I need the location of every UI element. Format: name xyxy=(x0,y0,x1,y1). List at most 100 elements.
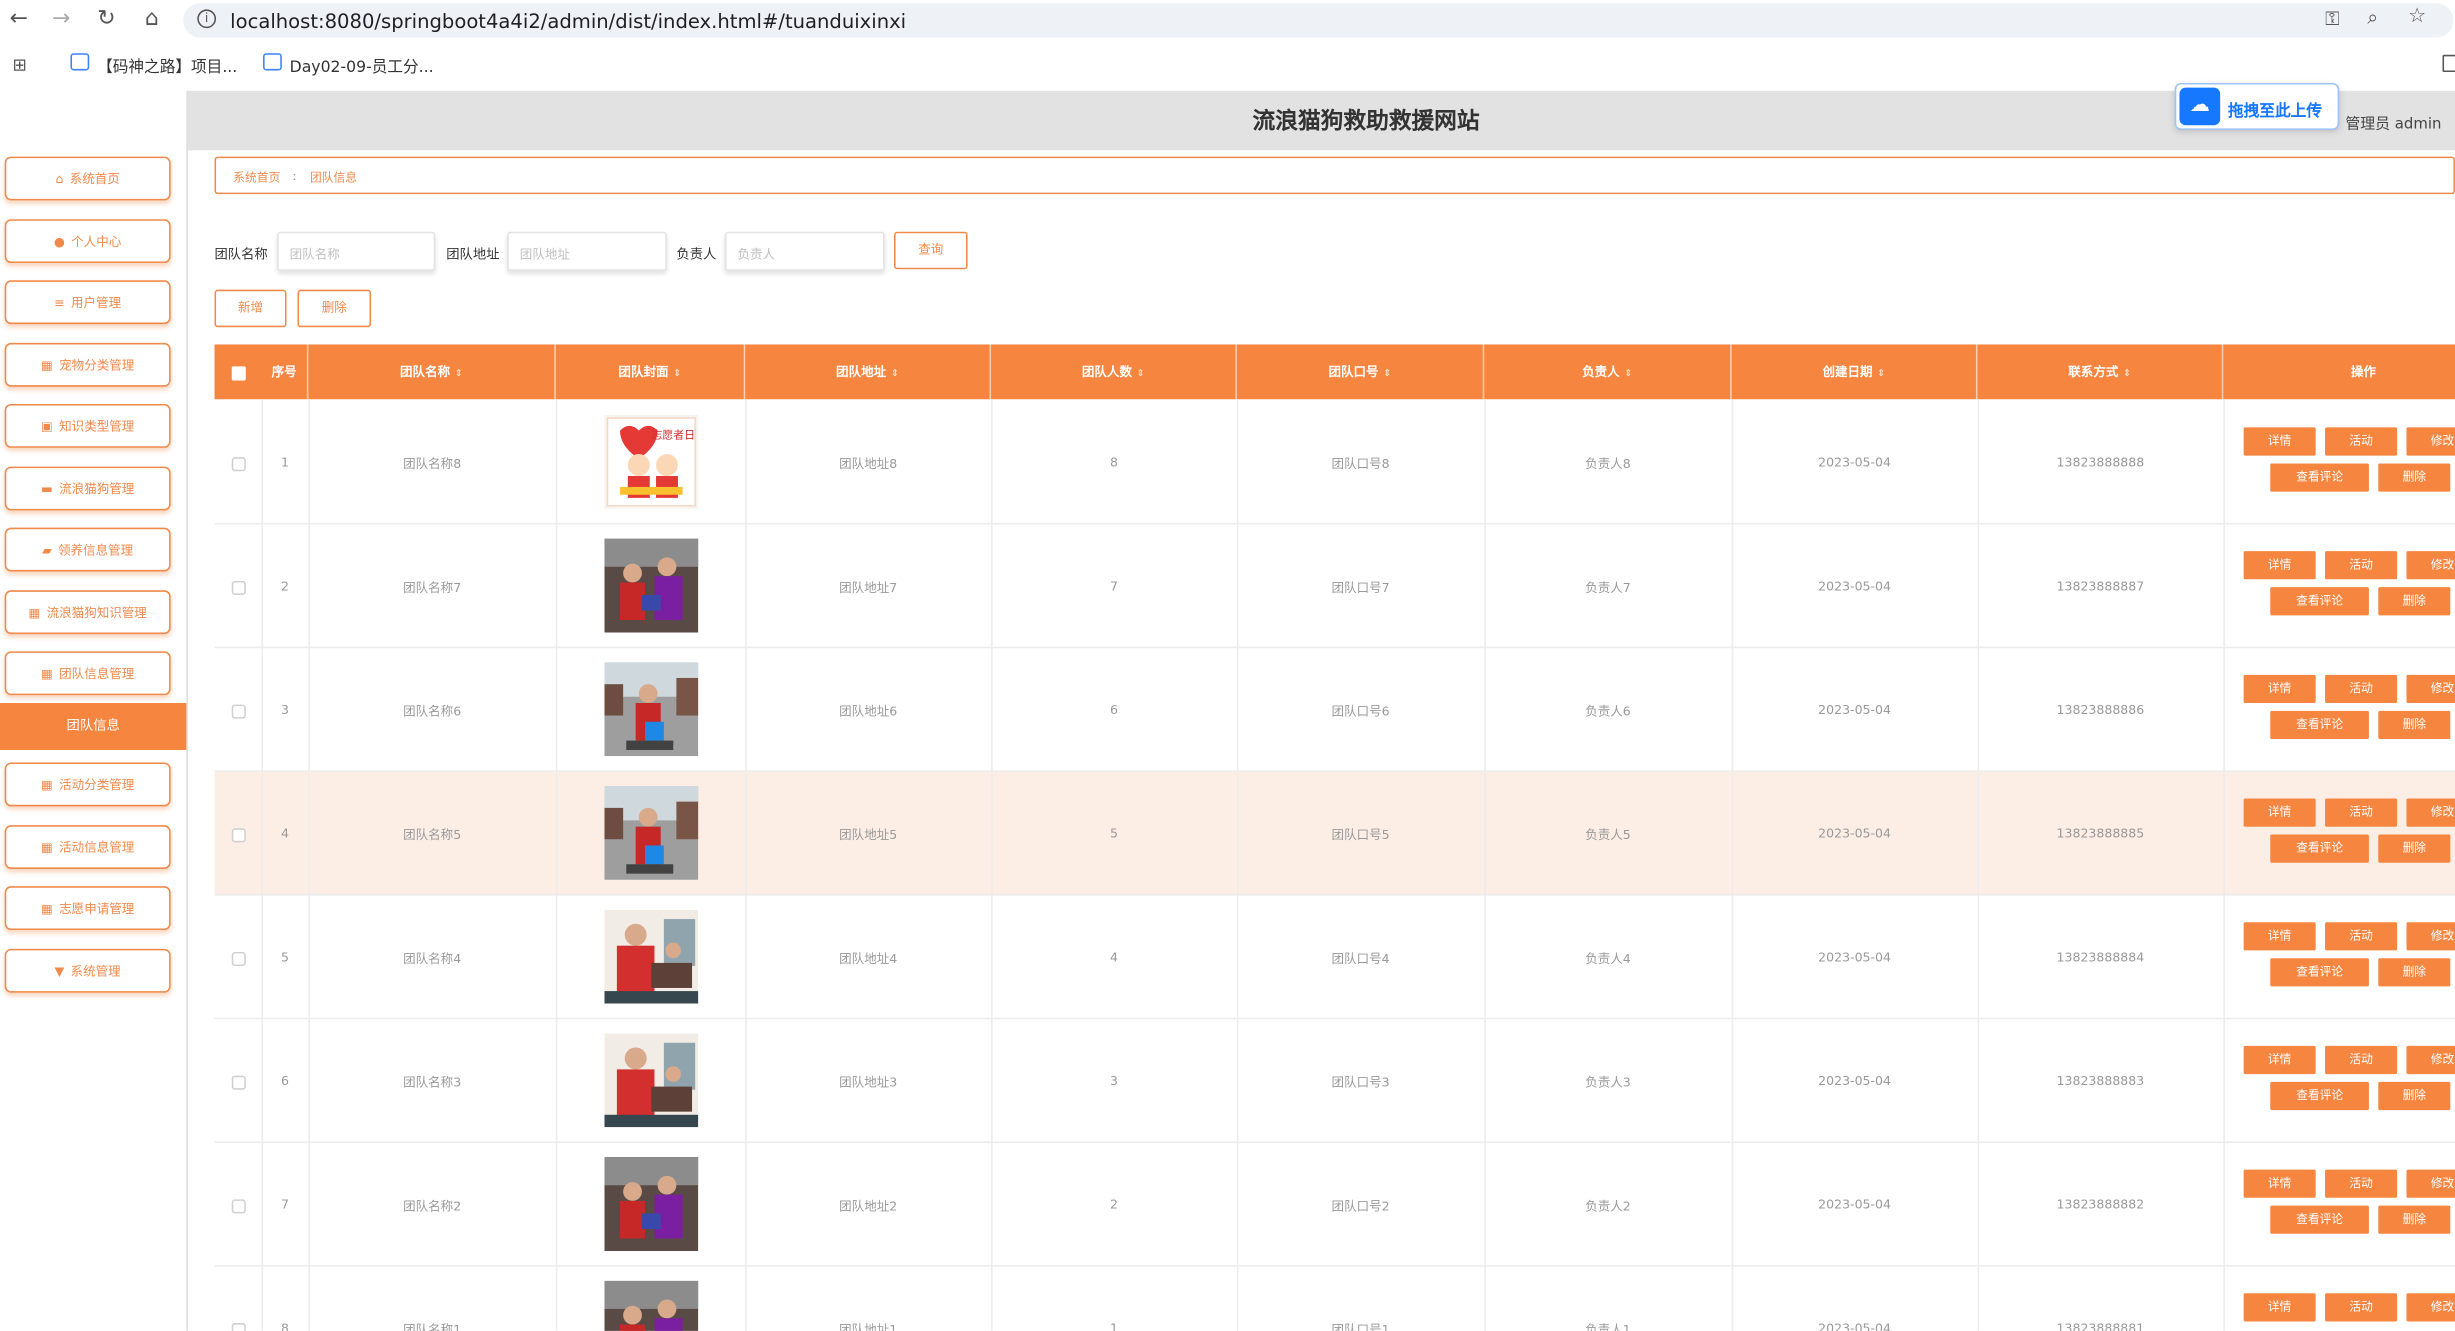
team-cover-image[interactable] xyxy=(604,538,699,633)
row-checkbox[interactable] xyxy=(231,580,246,595)
sidebar-item[interactable]: ▦ 流浪猫狗知识管理 xyxy=(4,589,171,634)
sidebar-item[interactable]: ▬ 流浪猫狗管理 xyxy=(4,465,171,510)
detail-button[interactable]: 详情 xyxy=(2243,674,2316,703)
view-comments-button[interactable]: 查看评论 xyxy=(2270,463,2369,492)
url-text[interactable]: localhost:8080/springboot4a4i2/admin/dis… xyxy=(230,9,906,32)
team-cover-image[interactable] xyxy=(604,1280,699,1331)
column-header[interactable]: 团队封面 ⇕ xyxy=(556,344,746,400)
info-icon[interactable]: i xyxy=(197,9,217,29)
view-comments-button[interactable]: 查看评论 xyxy=(2270,710,2369,740)
bookmark-item[interactable]: Day02-09-员工分... xyxy=(290,53,434,76)
detail-button[interactable]: 详情 xyxy=(2243,922,2316,951)
activity-button[interactable]: 活动 xyxy=(2325,922,2398,951)
select-all-checkbox[interactable] xyxy=(231,366,246,381)
row-delete-button[interactable]: 删除 xyxy=(2378,1205,2451,1234)
sidebar-item[interactable]: ▼ 系统管理 xyxy=(4,948,171,992)
back-icon[interactable]: ← xyxy=(6,6,31,31)
delete-button[interactable]: 删除 xyxy=(297,289,372,328)
sort-icon[interactable]: ⇕ xyxy=(1383,368,1391,379)
team-cover-image[interactable] xyxy=(604,785,699,880)
sidebar-item[interactable]: ≡ 用户管理 xyxy=(4,280,171,325)
view-comments-button[interactable]: 查看评论 xyxy=(2270,1081,2369,1111)
apps-icon[interactable]: ⊞ xyxy=(13,55,27,75)
detail-button[interactable]: 详情 xyxy=(2243,427,2316,456)
sort-icon[interactable]: ⇕ xyxy=(455,368,463,379)
view-comments-button[interactable]: 查看评论 xyxy=(2270,834,2369,863)
sort-icon[interactable]: ⇕ xyxy=(673,368,681,379)
add-button[interactable]: 新增 xyxy=(214,289,287,328)
activity-button[interactable]: 活动 xyxy=(2325,798,2398,827)
row-delete-button[interactable]: 删除 xyxy=(2378,587,2451,616)
sidebar-item[interactable]: ▦ 活动分类管理 xyxy=(4,762,171,807)
row-delete-button[interactable]: 删除 xyxy=(2378,834,2451,863)
column-header[interactable]: 团队口号 ⇕ xyxy=(1237,344,1485,400)
edit-button[interactable]: 修改 xyxy=(2406,1045,2455,1075)
sidebar-item[interactable]: ▣ 知识类型管理 xyxy=(4,403,171,448)
forward-icon[interactable]: → xyxy=(49,6,74,31)
team-cover-image[interactable] xyxy=(604,909,699,1004)
activity-button[interactable]: 活动 xyxy=(2325,674,2398,703)
team-address-input[interactable]: 团队地址 xyxy=(507,231,667,271)
activity-button[interactable]: 活动 xyxy=(2325,551,2398,580)
zoom-icon[interactable]: ⌕ xyxy=(2367,6,2378,29)
row-checkbox[interactable] xyxy=(231,1075,246,1090)
team-cover-image[interactable] xyxy=(604,662,699,757)
sort-icon[interactable]: ⇕ xyxy=(1877,368,1885,379)
sidebar-item[interactable]: ▦ 宠物分类管理 xyxy=(4,342,171,386)
sidebar-item[interactable]: ▰ 领养信息管理 xyxy=(4,527,171,572)
activity-button[interactable]: 活动 xyxy=(2325,1045,2398,1075)
key-icon[interactable]: ⚿ xyxy=(2325,8,2339,31)
team-cover-image[interactable]: 志愿者日 xyxy=(604,414,699,509)
team-name-input[interactable]: 团队名称 xyxy=(277,231,436,271)
activity-button[interactable]: 活动 xyxy=(2325,427,2398,456)
row-delete-button[interactable]: 删除 xyxy=(2378,1081,2451,1111)
sidebar-item[interactable]: ▦ 团队信息管理 xyxy=(4,651,171,696)
detail-button[interactable]: 详情 xyxy=(2243,1045,2316,1075)
column-header[interactable]: 团队人数 ⇕ xyxy=(991,344,1237,400)
row-checkbox[interactable] xyxy=(231,457,246,472)
column-header[interactable]: 创建日期 ⇕ xyxy=(1732,344,1978,400)
column-header[interactable]: 团队名称 ⇕ xyxy=(308,344,556,400)
row-checkbox[interactable] xyxy=(231,951,246,967)
edit-button[interactable]: 修改 xyxy=(2406,1293,2455,1322)
sort-icon[interactable]: ⇕ xyxy=(1137,368,1145,379)
team-cover-image[interactable] xyxy=(604,1157,699,1251)
detail-button[interactable]: 详情 xyxy=(2243,551,2316,580)
detail-button[interactable]: 详情 xyxy=(2243,798,2316,827)
column-header[interactable]: 序号 xyxy=(261,344,309,400)
row-delete-button[interactable]: 删除 xyxy=(2378,463,2451,492)
edit-button[interactable]: 修改 xyxy=(2406,674,2455,703)
column-header[interactable]: 操作 xyxy=(2223,344,2455,399)
detail-button[interactable]: 详情 xyxy=(2243,1169,2316,1198)
view-comments-button[interactable]: 查看评论 xyxy=(2270,587,2369,616)
sort-icon[interactable]: ⇕ xyxy=(2123,368,2131,379)
sidebar-item[interactable]: ▦ 志愿申请管理 xyxy=(4,886,171,931)
leader-input[interactable]: 负责人 xyxy=(724,231,885,271)
edit-button[interactable]: 修改 xyxy=(2406,1169,2455,1198)
row-delete-button[interactable]: 删除 xyxy=(2378,710,2451,740)
folder-icon[interactable] xyxy=(2442,54,2455,73)
sort-icon[interactable]: ⇕ xyxy=(891,368,899,379)
sidebar-item[interactable]: ▦ 活动信息管理 xyxy=(4,824,171,869)
edit-button[interactable]: 修改 xyxy=(2406,427,2455,456)
edit-button[interactable]: 修改 xyxy=(2406,922,2455,951)
column-header[interactable]: 联系方式 ⇕ xyxy=(1977,344,2224,400)
row-checkbox[interactable] xyxy=(231,704,246,719)
view-comments-button[interactable]: 查看评论 xyxy=(2270,958,2369,987)
activity-button[interactable]: 活动 xyxy=(2325,1169,2398,1198)
query-button[interactable]: 查询 xyxy=(894,231,968,270)
edit-button[interactable]: 修改 xyxy=(2406,551,2455,580)
view-comments-button[interactable]: 查看评论 xyxy=(2270,1205,2369,1234)
sidebar-item[interactable]: ⌂ 系统首页 xyxy=(4,156,171,201)
sidebar-item[interactable]: ● 个人中心 xyxy=(4,218,171,263)
edit-button[interactable]: 修改 xyxy=(2406,798,2455,827)
bookmark-item[interactable]: 【码神之路】项目... xyxy=(97,53,237,76)
row-checkbox[interactable] xyxy=(231,828,246,843)
row-checkbox[interactable] xyxy=(231,1199,246,1214)
activity-button[interactable]: 活动 xyxy=(2325,1293,2398,1322)
row-checkbox[interactable] xyxy=(231,1323,246,1331)
breadcrumb-home[interactable]: 系统首页 xyxy=(233,169,280,186)
upload-widget[interactable]: ☁ 拖拽至此上传 xyxy=(2174,82,2340,130)
column-header[interactable]: 负责人 ⇕ xyxy=(1484,344,1732,400)
column-header[interactable]: 团队地址 ⇕ xyxy=(745,344,992,400)
